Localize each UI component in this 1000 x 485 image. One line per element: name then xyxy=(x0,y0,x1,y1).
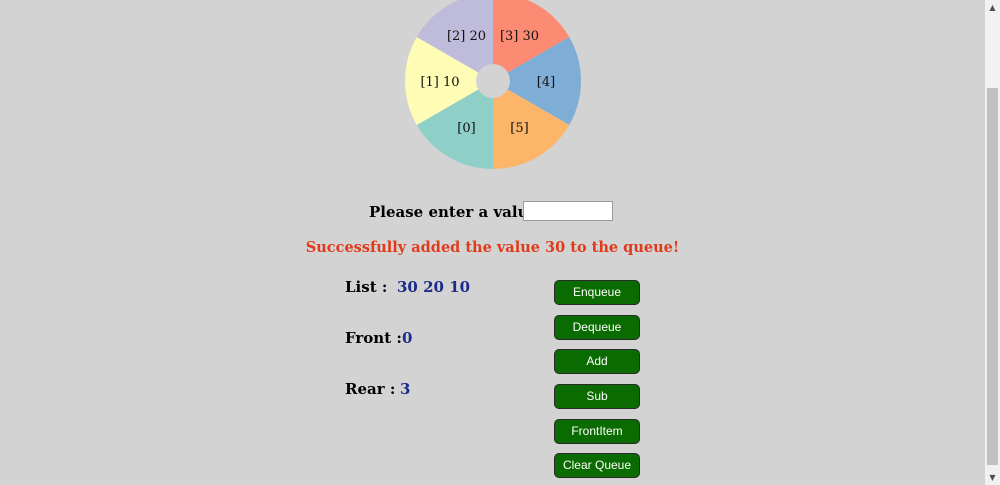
queue-slot-label-4: [4] xyxy=(537,75,555,90)
front-label: Front : xyxy=(345,329,402,347)
front-item-button[interactable]: FrontItem xyxy=(554,419,640,444)
value-prompt-label: Please enter a value : xyxy=(369,203,549,221)
triangle-up-icon[interactable]: ▲ xyxy=(985,0,1000,15)
queue-slot-label-0: [0] xyxy=(457,121,475,136)
front-value: 0 xyxy=(402,329,413,347)
value-input[interactable] xyxy=(523,201,613,221)
enqueue-button[interactable]: Enqueue xyxy=(554,280,640,305)
dequeue-button[interactable]: Dequeue xyxy=(554,315,640,340)
rear-value: 3 xyxy=(400,380,411,398)
clear-queue-button[interactable]: Clear Queue xyxy=(554,453,640,478)
sub-button[interactable]: Sub xyxy=(554,384,640,409)
triangle-down-icon[interactable]: ▼ xyxy=(985,470,1000,485)
queue-slot-label-1: [1] 10 xyxy=(420,75,459,90)
queue-slot-label-5: [5] xyxy=(510,121,528,136)
vertical-scrollbar[interactable]: ▲ ▼ xyxy=(985,0,1000,485)
circular-queue-wheel: [0] [1] 10 [2] 20 [3] 30 [4] [5] xyxy=(405,0,581,169)
queue-slot-label-3: [3] 30 xyxy=(500,29,539,44)
status-message: Successfully added the value 30 to the q… xyxy=(305,239,680,256)
add-button[interactable]: Add xyxy=(554,349,640,374)
list-label: List : xyxy=(345,278,388,296)
list-value: 30 20 10 xyxy=(397,278,471,296)
rear-label: Rear : xyxy=(345,380,396,398)
queue-slot-label-2: [2] 20 xyxy=(447,29,486,44)
wheel-center-hole xyxy=(476,64,510,98)
scrollbar-thumb[interactable] xyxy=(987,88,998,465)
queue-page: [0] [1] 10 [2] 20 [3] 30 [4] [5] Please enter… xyxy=(0,0,985,485)
